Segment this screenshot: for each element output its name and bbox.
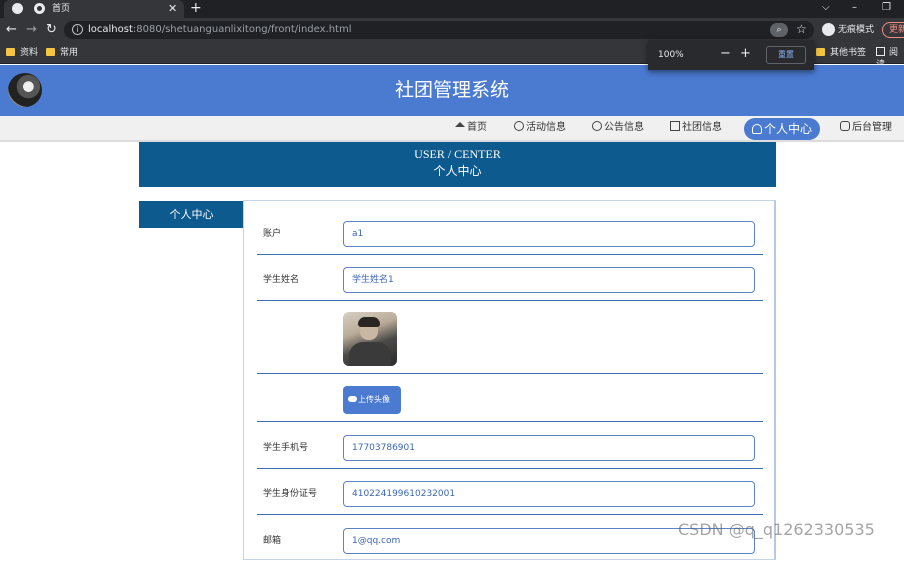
- browser-menu-icon[interactable]: [12, 3, 23, 14]
- avatar-coat: [349, 342, 391, 366]
- nav-personal-center[interactable]: 个人中心: [744, 118, 821, 140]
- activity-icon: [514, 121, 524, 131]
- notice-icon: [592, 121, 602, 131]
- form-row-student-name: 学生姓名 学生姓名1: [257, 255, 763, 301]
- minimize-button[interactable]: –: [852, 1, 857, 15]
- nav-clubs[interactable]: 社团信息: [670, 121, 722, 135]
- site-header: 社团管理系统: [0, 65, 904, 116]
- restore-button[interactable]: ❐: [882, 1, 891, 15]
- bookmark-folder[interactable]: 资料: [6, 47, 38, 59]
- folder-icon: [6, 48, 15, 56]
- avatar-hair: [358, 317, 380, 327]
- sidebar-item-personal-center[interactable]: 个人中心: [139, 201, 244, 228]
- other-bookmarks[interactable]: 其他书签: [816, 47, 866, 59]
- incognito-indicator: 无痕模式: [822, 23, 874, 37]
- reading-list-icon: [876, 47, 885, 56]
- zoom-icon[interactable]: ⌕: [770, 23, 788, 37]
- student-name-label: 学生姓名: [263, 275, 300, 285]
- bookmark-star-icon[interactable]: ☆: [796, 22, 807, 37]
- account-input[interactable]: a1: [343, 221, 755, 247]
- account-label: 账户: [263, 229, 282, 239]
- email-label: 邮箱: [263, 536, 282, 546]
- form-row-upload: 上传头像: [257, 374, 763, 422]
- banner-title-cn: 个人中心: [433, 164, 482, 178]
- form-row-avatar: [257, 301, 763, 374]
- tab-search-icon[interactable]: ⌵: [822, 1, 830, 15]
- club-icon: [670, 121, 680, 131]
- nav-admin[interactable]: 后台管理: [840, 121, 892, 135]
- zoom-out-button[interactable]: −: [720, 46, 731, 62]
- zoom-in-button[interactable]: +: [740, 46, 751, 62]
- avatar: [343, 312, 397, 366]
- address-bar: ← → ↻ i localhost:8080/shetuanguanlixito…: [0, 18, 904, 42]
- form-row-id-card: 学生身份证号 410224199610232001: [257, 469, 763, 515]
- close-tab-icon[interactable]: ✕: [168, 2, 177, 15]
- link-icon: [840, 121, 850, 131]
- browser-tab[interactable]: 首页 ✕: [4, 0, 184, 18]
- cloud-upload-icon: [348, 396, 357, 402]
- main-nav: 首页 活动信息 公告信息 社团信息 个人中心 后台管理: [0, 116, 904, 142]
- home-icon: [455, 122, 465, 127]
- incognito-icon: [822, 23, 835, 36]
- tab-title: 首页: [52, 4, 71, 14]
- upload-avatar-button[interactable]: 上传头像: [343, 386, 401, 414]
- nav-activities[interactable]: 活动信息: [514, 121, 566, 135]
- folder-icon: [816, 48, 825, 56]
- user-icon: [752, 124, 762, 134]
- update-button[interactable]: 更新: [882, 22, 904, 38]
- site-title: 社团管理系统: [394, 79, 509, 101]
- zoom-level: 100%: [658, 50, 684, 60]
- id-card-label: 学生身份证号: [263, 489, 318, 499]
- nav-notices[interactable]: 公告信息: [592, 121, 644, 135]
- phone-label: 学生手机号: [263, 443, 309, 453]
- phone-input[interactable]: 17703786901: [343, 435, 755, 461]
- new-tab-button[interactable]: +: [190, 0, 202, 17]
- page-banner: USER / CENTER 个人中心: [139, 142, 776, 187]
- form-row-account: 账户 a1: [257, 213, 763, 255]
- zoom-popup: 100% − + 重置: [648, 40, 814, 70]
- watermark: CSDN @q_q1262330535: [678, 520, 875, 539]
- folder-icon: [46, 48, 55, 56]
- nav-home[interactable]: 首页: [455, 121, 487, 135]
- browser-tab-bar: 首页 ✕ + ⌵ – ❐: [0, 0, 904, 18]
- student-name-input[interactable]: 学生姓名1: [343, 267, 755, 293]
- zoom-reset-button[interactable]: 重置: [766, 46, 806, 64]
- reload-button[interactable]: ↻: [46, 22, 57, 37]
- url-text: localhost:8080/shetuanguanlixitong/front…: [88, 24, 352, 35]
- banner-title-en: USER / CENTER: [414, 147, 501, 161]
- profile-form: 账户 a1 学生姓名 学生姓名1 上传头像 学生手机号 17703786901 …: [243, 200, 776, 560]
- form-row-phone: 学生手机号 17703786901: [257, 422, 763, 469]
- back-button[interactable]: ←: [6, 22, 17, 37]
- id-card-input[interactable]: 410224199610232001: [343, 481, 755, 507]
- tab-favicon-icon: [34, 3, 45, 14]
- site-info-icon[interactable]: i: [72, 24, 83, 35]
- url-input[interactable]: i localhost:8080/shetuanguanlixitong/fro…: [64, 21, 814, 39]
- bookmark-folder[interactable]: 常用: [46, 47, 78, 59]
- forward-button[interactable]: →: [26, 22, 37, 37]
